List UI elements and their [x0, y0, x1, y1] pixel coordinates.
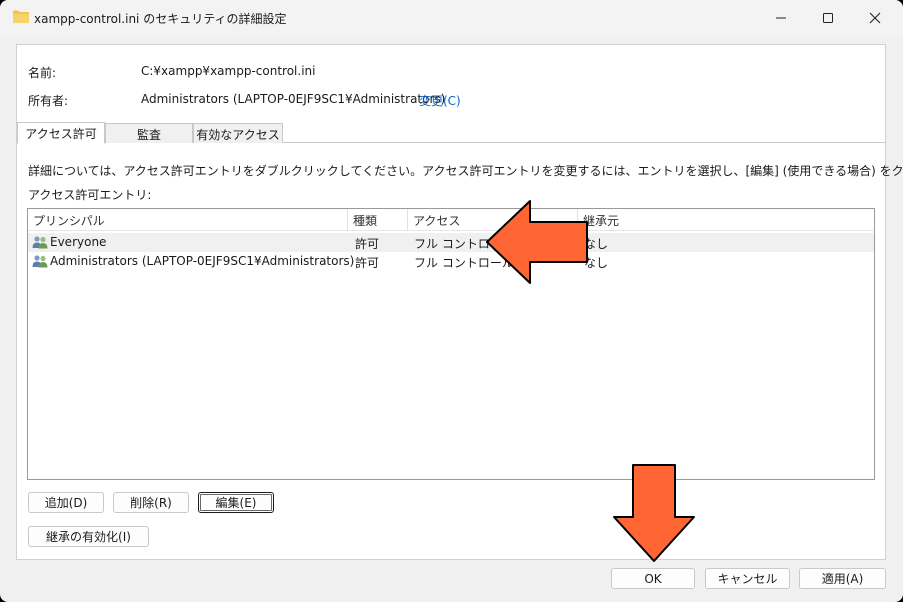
left-arrow-annotation-icon — [486, 200, 588, 284]
edit-button[interactable]: 編集(E) — [198, 492, 274, 513]
users-icon — [32, 236, 48, 249]
minimize-button[interactable] — [758, 0, 804, 36]
users-icon — [32, 255, 48, 268]
down-arrow-annotation-icon — [613, 464, 695, 562]
column-inherited-from[interactable]: 継承元 — [578, 209, 874, 231]
name-label: 名前: — [28, 66, 57, 80]
security-settings-window: xampp-control.ini のセキュリティの詳細設定 名前: C:¥xa… — [0, 0, 903, 602]
column-type[interactable]: 種類 — [348, 209, 408, 231]
type-cell: 許可 — [355, 237, 380, 251]
name-value: C:¥xampp¥xampp-control.ini — [141, 64, 316, 78]
permission-entries-label: アクセス許可エントリ: — [28, 188, 152, 202]
ok-button[interactable]: OK — [611, 568, 695, 589]
title-bar[interactable]: xampp-control.ini のセキュリティの詳細設定 — [0, 0, 903, 36]
principal-cell: Administrators (LAPTOP-0EJF9SC1¥Administ… — [50, 254, 355, 268]
owner-label: 所有者: — [28, 94, 69, 108]
remove-button[interactable]: 削除(R) — [113, 492, 189, 513]
tab-bar: アクセス許可 監査 有効なアクセス — [17, 122, 885, 144]
column-principal[interactable]: プリンシパル — [28, 209, 348, 231]
maximize-icon — [823, 13, 833, 23]
apply-button[interactable]: 適用(A) — [799, 568, 886, 589]
tab-permissions[interactable]: アクセス許可 — [17, 122, 105, 144]
tab-auditing[interactable]: 監査 — [105, 123, 193, 143]
permission-entries-list[interactable]: プリンシパル 種類 アクセス 継承元 Everyone 許可 フル コントロール… — [27, 208, 875, 480]
close-icon — [869, 12, 881, 24]
cancel-button[interactable]: キャンセル — [705, 568, 790, 589]
close-button[interactable] — [852, 0, 898, 36]
window-title: xampp-control.ini のセキュリティの詳細設定 — [34, 12, 287, 26]
change-owner-link[interactable]: 変更(C) — [419, 92, 461, 109]
list-header: プリンシパル 種類 アクセス 継承元 — [28, 209, 874, 231]
maximize-button[interactable] — [805, 0, 851, 36]
tab-effective-access[interactable]: 有効なアクセス — [193, 123, 283, 143]
table-row[interactable]: Administrators (LAPTOP-0EJF9SC1¥Administ… — [28, 252, 874, 271]
principal-cell: Everyone — [50, 235, 107, 249]
minimize-icon — [776, 17, 786, 19]
folder-icon — [13, 10, 29, 23]
table-row[interactable]: Everyone 許可 フル コントロール なし — [28, 233, 874, 252]
description-text: 詳細については、アクセス許可エントリをダブルクリックしてください。アクセス許可エ… — [28, 164, 903, 178]
main-panel: 名前: C:¥xampp¥xampp-control.ini 所有者: Admi… — [16, 44, 903, 560]
add-button[interactable]: 追加(D) — [28, 492, 104, 513]
enable-inheritance-button[interactable]: 継承の有効化(I) — [28, 526, 149, 547]
type-cell: 許可 — [355, 256, 380, 270]
owner-value: Administrators (LAPTOP-0EJF9SC1¥Administ… — [141, 92, 446, 106]
